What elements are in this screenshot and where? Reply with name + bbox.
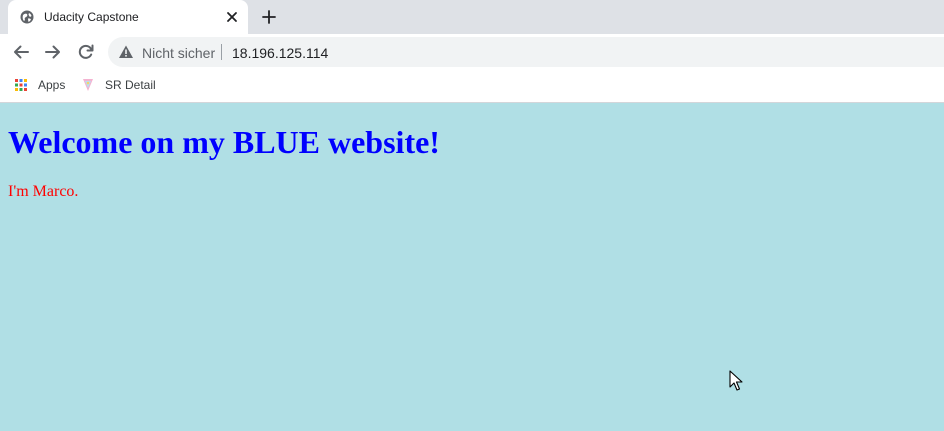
browser-toolbar: Nicht sicher 18.196.125.114 [0,34,944,70]
tab-udacity-capstone[interactable]: Udacity Capstone [8,0,248,34]
forward-arrow-icon[interactable] [43,42,63,62]
reload-icon[interactable] [76,42,96,62]
apps-grid-icon [15,79,27,91]
page-heading: Welcome on my BLUE website! [8,124,440,160]
security-status-label[interactable]: Nicht sicher [142,45,215,61]
address-bar[interactable]: Nicht sicher 18.196.125.114 [108,37,944,67]
warning-icon[interactable] [118,44,134,60]
tab-strip: Udacity Capstone [0,0,944,34]
mouse-pointer-icon [729,370,743,391]
close-icon[interactable] [224,9,240,25]
bookmark-apps[interactable]: Apps [14,70,70,102]
bookmark-label-apps: Apps [38,78,66,92]
bookmark-label-sr-detail: SR Detail [105,78,156,92]
bookmark-favicon-icon [83,79,93,91]
bookmark-sr-detail[interactable]: SR Detail [81,70,161,102]
address-divider [221,44,222,60]
back-arrow-icon[interactable] [11,42,31,62]
globe-icon [20,10,34,24]
plus-icon[interactable] [260,8,278,26]
page-paragraph: I'm Marco. [8,183,79,200]
url-text[interactable]: 18.196.125.114 [232,45,328,61]
page-content: Welcome on my BLUE website! I'm Marco. [0,103,944,431]
tab-title: Udacity Capstone [44,10,139,24]
bookmarks-bar: Apps SR Detail [0,70,944,103]
